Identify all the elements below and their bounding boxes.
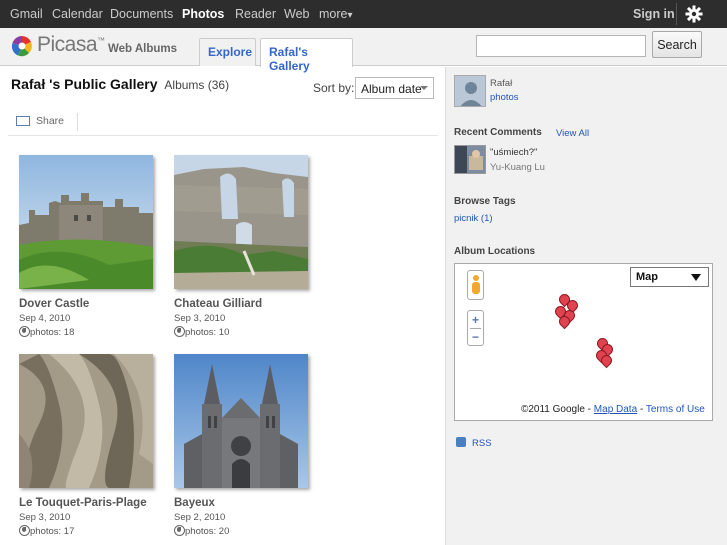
sort-label: Sort by:	[313, 81, 355, 95]
album-thumbnail[interactable]	[19, 354, 153, 488]
map-separator: -	[639, 404, 644, 415]
nav-more[interactable]: more▾	[319, 7, 353, 21]
album-date: Sep 2, 2010	[174, 512, 226, 523]
globe-icon	[174, 326, 185, 337]
album-card: Bayeux Sep 2, 2010 photos: 20	[174, 354, 314, 537]
logo-tm: ™	[97, 36, 105, 45]
album-photos-text: photos: 20	[185, 526, 230, 537]
globe-icon	[19, 326, 30, 337]
nav-web[interactable]: Web	[284, 7, 309, 21]
albums-count: Albums (36)	[164, 78, 230, 92]
sidebar: Rafał photos Recent Comments View All "u…	[445, 67, 727, 545]
album-card: Le Touquet-Paris-Plage Sep 3, 2010 photo…	[19, 354, 159, 537]
divider	[8, 135, 438, 136]
nav-reader[interactable]: Reader	[235, 7, 276, 21]
user-photos-link[interactable]: photos	[490, 92, 519, 103]
castle-photo	[19, 155, 153, 289]
rss-icon	[456, 437, 466, 447]
sort-select-value: Album date	[361, 82, 422, 96]
album-title[interactable]: Chateau Gilliard	[174, 298, 314, 310]
share-label: Share	[36, 115, 65, 127]
picasa-logo-icon[interactable]	[10, 34, 34, 58]
album-photo-count: photos: 18	[19, 326, 159, 338]
sign-in-link[interactable]: Sign in	[633, 7, 675, 21]
rss-link[interactable]: RSS	[456, 437, 492, 449]
album-photos-text: photos: 17	[30, 526, 75, 537]
terms-of-use-link[interactable]: Terms of Use	[646, 404, 705, 415]
logo-subtitle: Web Albums	[108, 43, 178, 55]
nav-calendar[interactable]: Calendar	[52, 7, 103, 21]
album-photos-text: photos: 10	[185, 327, 230, 338]
album-thumbnail[interactable]	[19, 155, 153, 289]
album-thumbnail[interactable]	[174, 155, 308, 289]
tab-rafals-gallery[interactable]: Rafal's Gallery	[260, 38, 353, 73]
album-card: Chateau Gilliard Sep 3, 2010 photos: 10	[174, 155, 314, 338]
recent-comments-heading: Recent Comments	[454, 127, 542, 138]
search-button[interactable]: Search	[652, 31, 702, 58]
comment-photo	[455, 146, 485, 173]
album-title[interactable]: Dover Castle	[19, 298, 159, 310]
map-data-link[interactable]: Map Data	[594, 404, 637, 415]
search-input[interactable]	[476, 35, 646, 57]
tab-explore[interactable]: Explore	[199, 38, 256, 66]
divider	[470, 328, 481, 329]
view-all-link[interactable]: View All	[556, 128, 589, 139]
picasa-header: Picasa™ Web Albums Explore Rafal's Galle…	[0, 28, 727, 73]
bar-divider	[676, 3, 677, 25]
sort-select[interactable]: Album date	[355, 77, 434, 99]
chevron-down-icon: ▾	[347, 10, 353, 21]
map-attribution: ©2011 Google - Map Data - Terms of Use	[521, 404, 705, 415]
comment-thumbnail[interactable]	[454, 145, 486, 174]
user-silhouette-icon	[455, 76, 485, 106]
album-thumbnail[interactable]	[174, 354, 308, 488]
album-date: Sep 4, 2010	[19, 313, 71, 324]
gallery-title-text: Rafał 's Public Gallery	[11, 76, 158, 92]
album-photo-count: photos: 10	[174, 326, 314, 338]
rss-label: RSS	[472, 438, 492, 449]
nav-more-label: more	[319, 7, 348, 21]
globe-icon	[174, 525, 185, 536]
cathedral-photo	[174, 354, 308, 488]
google-bar: Gmail Calendar Documents Photos Reader W…	[0, 0, 727, 28]
browse-tags-heading: Browse Tags	[454, 196, 516, 207]
zoom-control: + −	[467, 310, 484, 346]
album-title[interactable]: Bayeux	[174, 497, 314, 509]
nav-documents[interactable]: Documents	[110, 7, 173, 21]
sand-photo	[19, 354, 153, 488]
envelope-icon	[16, 116, 30, 126]
album-locations-map[interactable]: + − Map ©2011 Google - Map Data - Terms …	[454, 263, 713, 421]
divider	[77, 113, 78, 131]
page-title: Rafał 's Public Gallery Albums (36)	[11, 76, 229, 92]
ruins-photo	[174, 155, 308, 289]
avatar[interactable]	[454, 75, 486, 107]
album-locations-heading: Album Locations	[454, 246, 536, 257]
map-copyright: ©2011 Google -	[521, 404, 592, 415]
share-button[interactable]: Share	[16, 115, 64, 127]
comment-author: Yu-Kuang Lu	[490, 162, 545, 173]
zoom-out-icon[interactable]: −	[468, 330, 483, 345]
tag-link[interactable]: picnik (1)	[454, 213, 493, 224]
album-date: Sep 3, 2010	[174, 313, 226, 324]
zoom-in-icon[interactable]: +	[468, 313, 483, 328]
album-date: Sep 3, 2010	[19, 512, 71, 523]
globe-icon	[19, 525, 30, 536]
map-type-select[interactable]: Map	[630, 267, 709, 287]
gear-icon[interactable]	[685, 5, 703, 23]
album-title[interactable]: Le Touquet-Paris-Plage	[19, 497, 159, 509]
chevron-down-icon	[420, 86, 428, 90]
chevron-down-icon	[691, 274, 701, 281]
pegman-icon[interactable]	[467, 270, 484, 300]
nav-photos[interactable]: Photos	[182, 7, 224, 21]
user-name: Rafał	[490, 78, 513, 89]
gallery-main: Rafał 's Public Gallery Albums (36) Sort…	[0, 67, 445, 545]
map-type-value: Map	[636, 271, 658, 283]
album-photo-count: photos: 20	[174, 525, 314, 537]
album-photos-text: photos: 18	[30, 327, 75, 338]
picasa-logo-text[interactable]: Picasa™	[37, 33, 105, 57]
nav-gmail[interactable]: Gmail	[10, 7, 43, 21]
comment-text[interactable]: "uśmiech?"	[490, 147, 537, 158]
album-photo-count: photos: 17	[19, 525, 159, 537]
album-card: Dover Castle Sep 4, 2010 photos: 18	[19, 155, 159, 338]
logo-wordmark: Picasa	[37, 33, 98, 56]
